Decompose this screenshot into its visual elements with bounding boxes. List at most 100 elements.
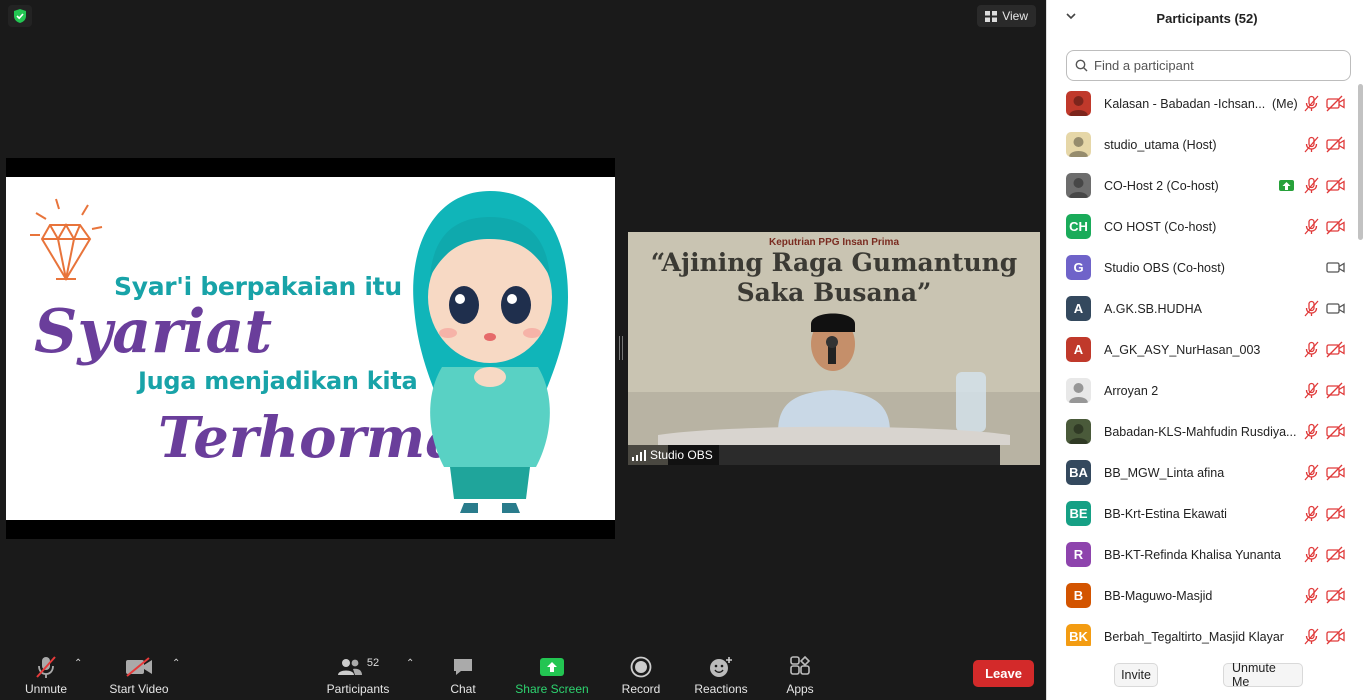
mic-muted-icon — [1303, 95, 1320, 117]
view-label: View — [1002, 9, 1028, 23]
video-off-icon — [1326, 218, 1345, 240]
participants-button[interactable]: 52 Participants — [324, 646, 392, 700]
scrollbar-thumb[interactable] — [1358, 84, 1363, 240]
search-icon — [1075, 59, 1088, 72]
share-screen-label: Share Screen — [515, 682, 589, 696]
unmute-me-button[interactable]: Unmute Me — [1223, 661, 1303, 689]
participant-row[interactable]: CH CO HOST (Co-host) — [1047, 207, 1357, 248]
participant-row[interactable]: Kalasan - Babadan -Ichsan... (Me) — [1047, 84, 1357, 125]
participant-initials-avatar: BA — [1066, 460, 1091, 485]
participant-row[interactable]: BA BB_MGW_Linta afina — [1047, 453, 1357, 494]
invite-button[interactable]: Invite — [1114, 663, 1158, 687]
panel-title: Participants (52) — [1156, 11, 1258, 26]
security-shield-icon[interactable] — [8, 5, 32, 27]
video-off-icon — [126, 657, 152, 677]
participant-name: Studio OBS (Co-host) — [1104, 261, 1225, 275]
participant-name: CO-Host 2 (Co-host) — [1104, 179, 1219, 193]
participant-row[interactable]: B BB-Maguwo-Masjid — [1047, 576, 1357, 617]
me-tag: (Me) — [1272, 97, 1298, 111]
grid-icon — [985, 10, 998, 22]
zoom-window: View Syar'i berpakaian itu Syariat Juga … — [0, 0, 1366, 700]
participant-photo-avatar — [1066, 132, 1091, 157]
participant-row[interactable]: BE BB-Krt-Estina Ekawati — [1047, 494, 1357, 535]
participants-count: 52 — [366, 657, 380, 669]
video-off-icon — [1326, 587, 1345, 609]
video-off-icon — [1326, 382, 1345, 404]
meeting-area: View Syar'i berpakaian itu Syariat Juga … — [0, 0, 1046, 700]
smiley-add-icon — [710, 657, 732, 677]
chat-bubble-icon — [454, 659, 472, 675]
record-button[interactable]: Record — [619, 646, 663, 700]
video-off-icon — [1326, 505, 1345, 527]
start-video-button[interactable]: Start Video — [106, 646, 172, 700]
participant-row[interactable]: A A.GK.SB.HUDHA — [1047, 289, 1357, 330]
participant-initials-avatar: A — [1066, 296, 1091, 321]
mic-muted-icon — [1303, 177, 1320, 199]
participant-row[interactable]: studio_utama (Host) — [1047, 125, 1357, 166]
video-on-icon — [1326, 300, 1345, 322]
view-button[interactable]: View — [977, 5, 1036, 27]
participants-label: Participants — [326, 682, 390, 696]
participant-name: studio_utama (Host) — [1104, 138, 1217, 152]
chat-label: Chat — [450, 682, 476, 696]
tile-resize-handle[interactable] — [619, 336, 623, 360]
participant-initials-avatar: CH — [1066, 214, 1091, 239]
leave-button[interactable]: Leave — [973, 660, 1034, 687]
participant-photo-avatar — [1066, 173, 1091, 198]
video-off-icon — [1326, 177, 1345, 199]
banner-small-text: Keputrian PPG Insan Prima — [768, 237, 900, 248]
start-video-label: Start Video — [109, 682, 169, 696]
video-off-icon — [1326, 628, 1345, 646]
participant-initials-avatar: G — [1066, 255, 1091, 280]
mic-muted-icon — [1303, 464, 1320, 486]
reactions-button[interactable]: Reactions — [692, 646, 750, 700]
apps-icon — [790, 656, 811, 675]
chat-button[interactable]: Chat — [444, 646, 482, 700]
participant-row[interactable]: R BB-KT-Refinda Khalisa Yunanta — [1047, 535, 1357, 576]
participant-name: A_GK_ASY_NurHasan_003 — [1104, 343, 1261, 357]
unmute-button[interactable]: Unmute — [20, 646, 72, 700]
mic-muted-icon — [1303, 423, 1320, 445]
camera-tile-studio-obs[interactable]: Keputrian PPG Insan Prima “Ajining Raga … — [628, 232, 1040, 465]
mic-muted-icon — [1303, 628, 1320, 646]
share-screen-button[interactable]: Share Screen — [514, 646, 590, 700]
shared-screen-tile[interactable]: Syar'i berpakaian itu Syariat Juga menja… — [6, 158, 615, 539]
participant-initials-avatar: B — [1066, 583, 1091, 608]
apps-button[interactable]: Apps — [782, 646, 818, 700]
mic-muted-icon — [1303, 382, 1320, 404]
video-off-icon — [1326, 464, 1345, 486]
participant-row[interactable]: BK Berbah_Tegaltirto_Masjid Klayar — [1047, 617, 1357, 646]
participant-initials-avatar: R — [1066, 542, 1091, 567]
mic-muted-icon — [36, 656, 56, 678]
mic-muted-icon — [1303, 341, 1320, 363]
participant-row[interactable]: CO-Host 2 (Co-host) — [1047, 166, 1357, 207]
participant-list: Kalasan - Babadan -Ichsan... (Me) studio_u… — [1047, 84, 1357, 646]
participant-name: BB_MGW_Linta afina — [1104, 466, 1225, 480]
unmute-label: Unmute — [24, 682, 68, 696]
video-off-icon — [1326, 95, 1345, 117]
participant-name: Berbah_Tegaltirto_Masjid Klayar — [1104, 630, 1284, 644]
participant-name: BB-Krt-Estina Ekawati — [1104, 507, 1227, 521]
participant-search-box[interactable] — [1066, 50, 1351, 81]
participant-search-input[interactable] — [1094, 58, 1334, 73]
video-options-chevron-up-icon[interactable]: ⌃ — [172, 658, 180, 669]
participant-name: CO HOST (Co-host) — [1104, 220, 1217, 234]
mic-muted-icon — [1303, 546, 1320, 568]
participant-name: A.GK.SB.HUDHA — [1104, 302, 1202, 316]
share-screen-icon — [540, 658, 564, 676]
mic-muted-icon — [1303, 505, 1320, 527]
participant-row[interactable]: A A_GK_ASY_NurHasan_003 — [1047, 330, 1357, 371]
mic-muted-icon — [1303, 218, 1320, 240]
participant-name: Arroyan 2 — [1104, 384, 1159, 398]
participants-options-chevron-up-icon[interactable]: ⌃ — [406, 658, 414, 669]
participant-row[interactable]: Arroyan 2 — [1047, 371, 1357, 412]
participant-row[interactable]: G Studio OBS (Co-host) — [1047, 248, 1357, 289]
panel-footer: Invite Unmute Me — [1047, 660, 1366, 690]
video-off-icon — [1326, 546, 1345, 568]
meeting-toolbar: Unmute ⌃ Start Video ⌃ 52 Participants ⌃… — [0, 646, 1046, 700]
tile-name-text: Studio OBS — [650, 448, 713, 462]
participant-name: BB-Maguwo-Masjid — [1104, 589, 1213, 603]
participant-list-scrollbar[interactable] — [1357, 84, 1363, 646]
audio-options-chevron-up-icon[interactable]: ⌃ — [74, 658, 82, 669]
participant-row[interactable]: Babadan-KLS-Mahfudin Rusdiya... — [1047, 412, 1357, 453]
